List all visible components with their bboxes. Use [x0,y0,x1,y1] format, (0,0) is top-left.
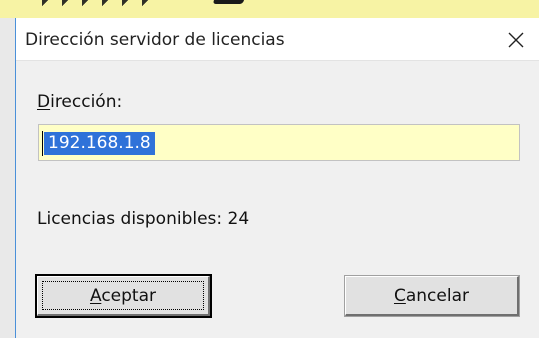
close-button[interactable] [493,18,539,61]
window-title: Dirección servidor de licencias [25,30,285,50]
background-window-strip [0,0,539,18]
cancel-button-accelerator: C [393,285,406,306]
focus-rectangle [42,281,204,310]
accept-button[interactable]: Aceptar [35,274,212,318]
available-licenses-text: Licencias disponibles: 24 [37,209,250,229]
cancel-button-label: Cancelar [394,286,469,306]
address-input[interactable]: 192.168.1.8 [38,124,520,161]
text-caret [42,131,43,156]
cancel-button[interactable]: Cancelar [344,275,520,317]
address-input-value[interactable]: 192.168.1.8 [44,132,155,155]
close-icon [508,32,524,48]
title-bar[interactable]: Dirección servidor de licencias [16,18,539,61]
screen: Dirección servidor de licencias Direcció… [0,0,539,338]
background-text-fragment [212,0,248,4]
address-label-text: irección: [50,92,123,112]
address-label: Dirección: [37,92,122,112]
background-text-fragment [42,0,162,6]
address-label-accelerator: D [37,92,51,112]
license-server-dialog: Dirección servidor de licencias Direcció… [15,18,539,338]
cancel-button-text: ancelar [405,285,469,306]
